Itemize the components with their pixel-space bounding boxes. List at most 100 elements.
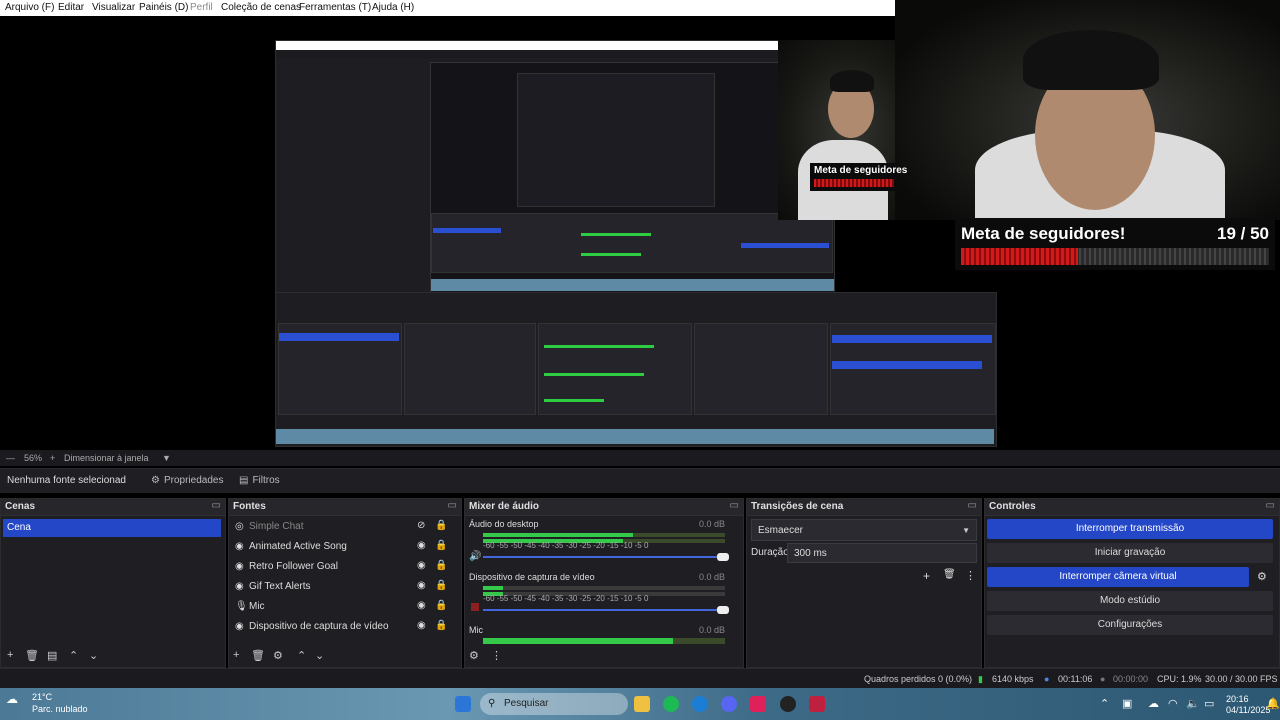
weather-icon[interactable]: ☁ — [6, 692, 18, 706]
menu-file[interactable]: Arquivo (F) — [5, 2, 54, 13]
dock-menu-icon[interactable]: ▭ — [448, 500, 457, 511]
menu-docks[interactable]: Painéis (D) — [139, 2, 188, 13]
hidden-eye-icon[interactable]: ⊘ — [417, 520, 425, 531]
studio-mode-button[interactable]: Modo estúdio — [987, 591, 1273, 611]
eye-icon[interactable]: ◉ — [417, 600, 426, 611]
zoom-percent[interactable]: 56% — [24, 453, 42, 463]
status-bar: Quadros perdidos 0 (0.0%) ▮ 6140 kbps ● … — [0, 668, 1280, 689]
add-transition-icon[interactable]: + — [923, 569, 930, 583]
sources-title: Fontes — [233, 501, 266, 512]
trash-icon[interactable]: 🗑 — [25, 649, 39, 662]
notification-icon[interactable]: 🔔 — [1266, 697, 1280, 710]
eye-icon[interactable]: ◉ — [417, 540, 426, 551]
tiktok-icon[interactable] — [750, 696, 766, 712]
move-down-icon[interactable]: ⌄ — [315, 649, 324, 662]
kebab-menu-icon[interactable]: ⋮ — [491, 649, 502, 662]
filters-button[interactable]: ▤ Filtros — [233, 472, 286, 490]
eye-icon[interactable]: ◉ — [417, 620, 426, 631]
muted-speaker-icon[interactable] — [471, 603, 479, 611]
virtual-camera-settings-icon[interactable]: ⚙ — [1257, 570, 1267, 583]
start-recording-button[interactable]: Iniciar gravação — [987, 543, 1273, 563]
transitions-title: Transições de cena — [751, 501, 844, 512]
stop-streaming-button[interactable]: Interromper transmissão — [987, 519, 1273, 539]
lock-icon[interactable]: 🔒 — [435, 560, 447, 571]
source-item[interactable]: ◉ Animated Active Song ◉ 🔒 — [229, 537, 451, 557]
weather-desc[interactable]: Parc. nublado — [32, 704, 88, 714]
stop-virtual-camera-button[interactable]: Interromper câmera virtual — [987, 567, 1249, 587]
clock-time[interactable]: 20:16 — [1226, 694, 1249, 704]
gear-icon[interactable]: ⚙ — [273, 649, 283, 662]
lock-icon[interactable]: 🔒 — [435, 620, 447, 631]
menu-scene-collection[interactable]: Coleção de cenas — [221, 2, 301, 13]
trash-icon[interactable]: 🗑 — [251, 649, 265, 662]
chevron-up-icon[interactable]: ⌃ — [1100, 697, 1109, 710]
volume-slider-knob[interactable] — [717, 553, 729, 561]
source-item[interactable]: ◉ Retro Follower Goal ◉ 🔒 — [229, 557, 451, 577]
mixer-settings-icon[interactable]: ⚙ — [469, 649, 479, 662]
start-button-icon[interactable] — [455, 696, 471, 712]
volume-slider[interactable] — [483, 556, 719, 558]
add-scene-icon[interactable]: + — [7, 649, 13, 661]
volume-slider[interactable] — [483, 609, 719, 611]
move-up-icon[interactable]: ⌃ — [297, 649, 306, 662]
file-explorer-icon[interactable] — [634, 696, 650, 712]
weather-temp[interactable]: 21°C — [32, 692, 52, 702]
taskbar-search[interactable]: ⚲ Pesquisar — [480, 693, 628, 715]
lock-icon[interactable]: 🔒 — [435, 600, 447, 611]
scene-item[interactable]: Cena — [3, 519, 221, 537]
filter-icon[interactable]: ▤ — [47, 649, 57, 662]
source-item[interactable]: ◉ Dispositivo de captura de vídeo ◉ 🔒 — [229, 617, 451, 637]
dock-menu-icon[interactable]: ▭ — [212, 500, 221, 511]
chevron-down-icon[interactable]: ▼ — [162, 453, 171, 463]
volume-meter — [483, 638, 725, 644]
channel-db: 0.0 dB — [698, 572, 725, 582]
lock-icon[interactable]: 🔒 — [435, 520, 447, 531]
duration-input[interactable]: 300 ms — [787, 543, 977, 563]
spotify-icon[interactable] — [663, 696, 679, 712]
dock-menu-icon[interactable]: ▭ — [968, 500, 977, 511]
eye-icon[interactable]: ◉ — [417, 580, 426, 591]
battery-icon[interactable]: ▭ — [1204, 697, 1214, 710]
ellipsis-icon[interactable]: — — [6, 453, 15, 463]
channel-name: Mic — [469, 625, 483, 635]
edge-icon[interactable] — [692, 696, 708, 712]
menu-view[interactable]: Visualizar — [92, 2, 135, 13]
mic-icon: 🎙 — [235, 601, 248, 612]
menu-edit[interactable]: Editar — [58, 2, 84, 13]
plus-icon[interactable]: + — [50, 453, 55, 463]
follower-goal-title: Meta de seguidores! — [961, 224, 1126, 243]
trash-icon[interactable]: 🗑 — [943, 569, 956, 580]
cloud-icon[interactable]: ☁ — [1148, 697, 1159, 710]
app-icon[interactable] — [809, 696, 825, 712]
lock-icon[interactable]: 🔒 — [435, 580, 447, 591]
zoom-mode[interactable]: Dimensionar à janela — [64, 453, 149, 463]
network-icon[interactable]: ▣ — [1122, 697, 1132, 710]
source-item[interactable]: 🎙 Mic ◉ 🔒 — [229, 597, 451, 617]
dock-menu-icon[interactable]: ▭ — [730, 500, 739, 511]
clock-date[interactable]: 04/11/2025 — [1226, 705, 1270, 715]
discord-icon[interactable] — [721, 696, 737, 712]
eye-icon[interactable]: ◉ — [417, 560, 426, 571]
obs-icon[interactable] — [780, 696, 796, 712]
wifi-icon[interactable]: ◠ — [1168, 697, 1178, 710]
settings-button[interactable]: Configurações — [987, 615, 1273, 635]
source-item[interactable]: ◉ Gif Text Alerts ◉ 🔒 — [229, 577, 451, 597]
source-item[interactable]: ◎ Simple Chat ⊘ 🔒 — [229, 517, 451, 537]
volume-meter — [483, 533, 725, 537]
speaker-icon[interactable]: 🔈 — [1186, 697, 1200, 710]
volume-slider-knob[interactable] — [717, 606, 729, 614]
move-up-icon[interactable]: ⌃ — [69, 649, 78, 662]
dock-menu-icon[interactable]: ▭ — [1266, 500, 1275, 511]
signal-icon: ▮ — [978, 674, 983, 684]
kebab-menu-icon[interactable]: ⋮ — [965, 569, 976, 582]
move-down-icon[interactable]: ⌄ — [89, 649, 98, 662]
browser-icon: ◉ — [235, 541, 244, 552]
transition-select[interactable]: Esmaecer ▼ — [751, 519, 977, 541]
properties-button[interactable]: ⚙ Propriedades — [145, 472, 229, 490]
menu-tools[interactable]: Ferramentas (T) — [299, 2, 371, 13]
menu-profile[interactable]: Perfil — [190, 2, 213, 13]
speaker-icon[interactable]: 🔊 — [469, 551, 481, 562]
lock-icon[interactable]: 🔒 — [435, 540, 447, 551]
menu-help[interactable]: Ajuda (H) — [372, 2, 414, 13]
add-source-icon[interactable]: + — [233, 649, 239, 661]
